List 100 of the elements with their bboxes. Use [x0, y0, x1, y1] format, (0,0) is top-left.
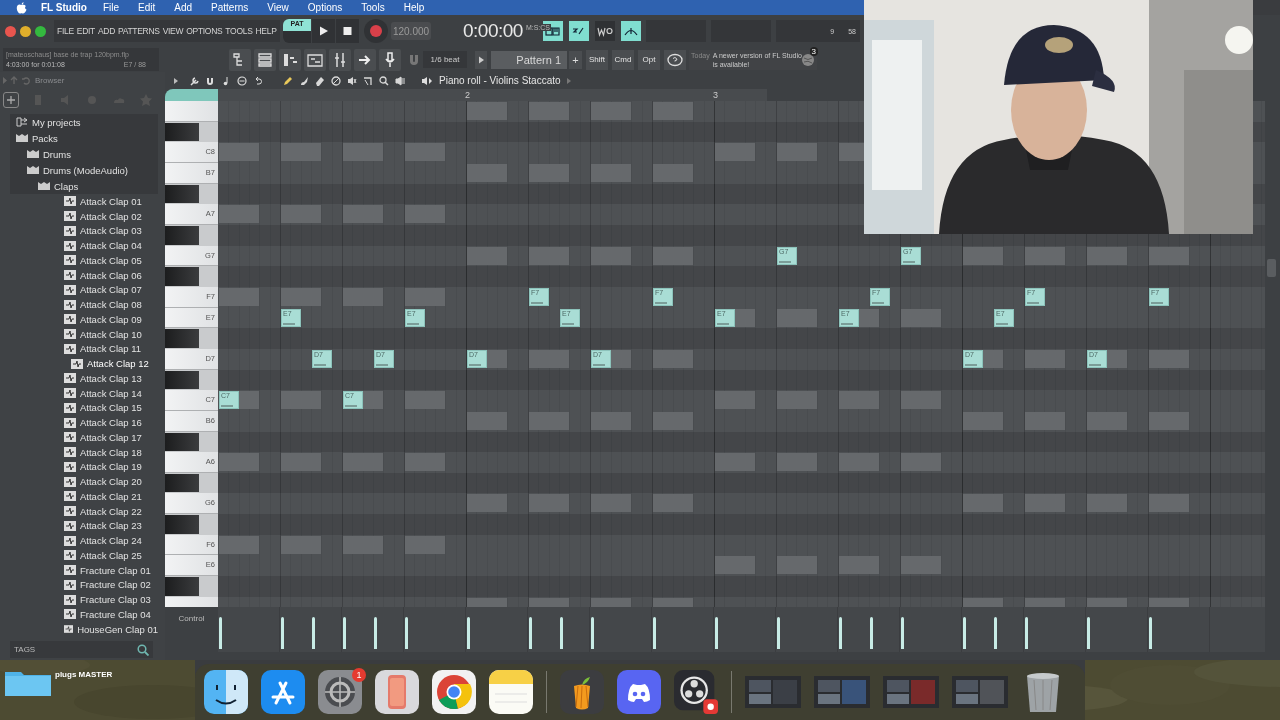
browser-item[interactable]: Attack Clap 09 [10, 312, 158, 327]
menu-item[interactable]: File [102, 2, 120, 13]
wrench-icon[interactable] [189, 75, 199, 86]
browser-item[interactable]: Fracture Clap 03 [10, 592, 158, 607]
browser-item[interactable]: Attack Clap 19 [10, 459, 158, 475]
app-menu[interactable]: FL Studio [41, 2, 87, 13]
menu-item[interactable]: FILE [57, 26, 74, 36]
undo-icon[interactable] [253, 75, 263, 86]
browser-item[interactable]: Attack Clap 04 [10, 238, 158, 253]
browser-item[interactable]: HouseGen Clap 01 [10, 621, 158, 637]
scrollbar-thumb[interactable] [1267, 259, 1276, 277]
browser-item[interactable]: Attack Clap 11 [10, 341, 158, 357]
browser-item[interactable]: Drums [10, 146, 158, 162]
phone-app-icon[interactable] [375, 670, 419, 714]
browser-item[interactable]: Attack Clap 15 [10, 400, 158, 416]
hint-button[interactable] [664, 49, 686, 70]
menu-item[interactable]: Patterns [211, 2, 249, 13]
browser-item[interactable]: Fracture Clap 02 [10, 577, 158, 593]
browser-item[interactable]: Attack Clap 24 [10, 533, 158, 548]
magnet-icon[interactable] [205, 75, 215, 86]
speaker-off-tool[interactable] [347, 75, 357, 86]
search-icon[interactable] [137, 643, 149, 656]
eraser-tool[interactable] [315, 75, 325, 86]
folder-label[interactable]: plugs MASTER [55, 670, 113, 679]
menu-item[interactable]: HELP [255, 26, 277, 36]
menu-item[interactable]: View [267, 2, 289, 13]
zoom-tool[interactable] [379, 75, 389, 86]
browser-button[interactable] [229, 48, 251, 71]
game-controller-app-icon[interactable] [617, 670, 661, 714]
piano-key[interactable] [165, 225, 199, 245]
menu-item[interactable]: Add [174, 2, 193, 13]
browser-item[interactable]: Attack Clap 25 [10, 548, 158, 563]
browser-item[interactable]: Attack Clap 22 [10, 503, 158, 519]
speaker-arrow-icon[interactable] [421, 75, 433, 86]
note-icon[interactable] [221, 75, 231, 86]
speaker-tool[interactable] [395, 75, 405, 86]
browser-item[interactable]: Attack Clap 12 [10, 356, 158, 371]
face-app-icon[interactable] [204, 670, 248, 714]
browser-item[interactable]: Attack Clap 05 [10, 253, 158, 268]
metronome-toggle[interactable] [621, 21, 641, 41]
browser-item[interactable]: Attack Clap 16 [10, 415, 158, 430]
browser-item[interactable]: Attack Clap 14 [10, 385, 158, 401]
menu-item[interactable]: Help [403, 2, 425, 13]
apple-icon[interactable] [16, 1, 27, 14]
browser-item[interactable]: Attack Clap 23 [10, 518, 158, 534]
pattern-selector[interactable]: Pattern 1 [491, 50, 567, 69]
piano-key[interactable] [165, 432, 199, 452]
modifier-key-button[interactable]: Cmd [612, 49, 634, 70]
modifier-key-button[interactable]: Opt [638, 49, 660, 70]
menu-item[interactable]: TOOLS [225, 26, 253, 36]
plus-icon[interactable] [4, 93, 18, 107]
browser-item[interactable]: Attack Clap 02 [10, 208, 158, 224]
browser-item[interactable]: Attack Clap 01 [10, 194, 158, 209]
modifier-key-button[interactable]: Shift [586, 49, 608, 70]
notes-app-icon[interactable] [489, 670, 533, 714]
browser-item[interactable]: Attack Clap 21 [10, 489, 158, 504]
piano-roll-button[interactable] [279, 48, 301, 71]
menu-item[interactable]: EDIT [76, 26, 95, 36]
piano-key[interactable] [165, 370, 199, 390]
list-button[interactable] [254, 48, 276, 71]
select-tool[interactable] [363, 75, 373, 86]
gear-app-icon[interactable] [318, 670, 362, 714]
browser-item[interactable]: Drums (ModeAudio) [10, 162, 158, 178]
menu-item[interactable]: ADD [97, 26, 115, 36]
microphone-button[interactable] [379, 48, 401, 71]
piano-key[interactable] [165, 122, 199, 142]
typing-toggle[interactable] [569, 21, 589, 41]
menu-item[interactable]: VIEW [162, 26, 184, 36]
browser-item[interactable]: Attack Clap 07 [10, 282, 158, 298]
browser-app-icon[interactable] [432, 670, 476, 714]
browser-item[interactable]: Attack Clap 08 [10, 297, 158, 312]
browser-item[interactable]: Fracture Clap 01 [10, 562, 158, 578]
menu-item[interactable]: OPTIONS [186, 26, 223, 36]
browser-item[interactable]: Attack Clap 06 [10, 267, 158, 283]
mixer-button[interactable] [329, 48, 351, 71]
stop-button[interactable] [336, 19, 359, 43]
browser-item[interactable]: Attack Clap 20 [10, 474, 158, 489]
timeline-ruler[interactable]: 2 3 [218, 89, 767, 101]
menu-item[interactable]: PATTERNS [118, 26, 160, 36]
fruit-app-icon[interactable] [560, 670, 604, 714]
menu-item[interactable]: Edit [138, 2, 156, 13]
browser-item[interactable]: Attack Clap 13 [10, 371, 158, 386]
piano-key[interactable] [165, 184, 199, 204]
menu-item[interactable]: Options [307, 2, 343, 13]
browser-item[interactable]: Attack Clap 18 [10, 444, 158, 460]
browser-item[interactable]: Packs [10, 130, 158, 146]
playlist-button[interactable] [304, 48, 326, 71]
zoom-button[interactable] [35, 25, 46, 37]
minimize-button[interactable] [20, 25, 31, 37]
record-button[interactable] [364, 19, 388, 43]
no-entry-tool[interactable] [331, 75, 341, 86]
browser-item[interactable]: Attack Clap 03 [10, 223, 158, 239]
brush-tool[interactable] [299, 75, 309, 86]
arrow-button[interactable] [354, 48, 376, 71]
browser-item[interactable]: Fracture Clap 04 [10, 607, 158, 622]
browser-item[interactable]: Attack Clap 10 [10, 326, 158, 342]
wave-loop-toggle[interactable] [595, 21, 615, 41]
stamp-icon[interactable] [237, 75, 247, 86]
play-arrow-button[interactable] [475, 50, 487, 69]
menu-item[interactable]: Tools [361, 2, 385, 13]
